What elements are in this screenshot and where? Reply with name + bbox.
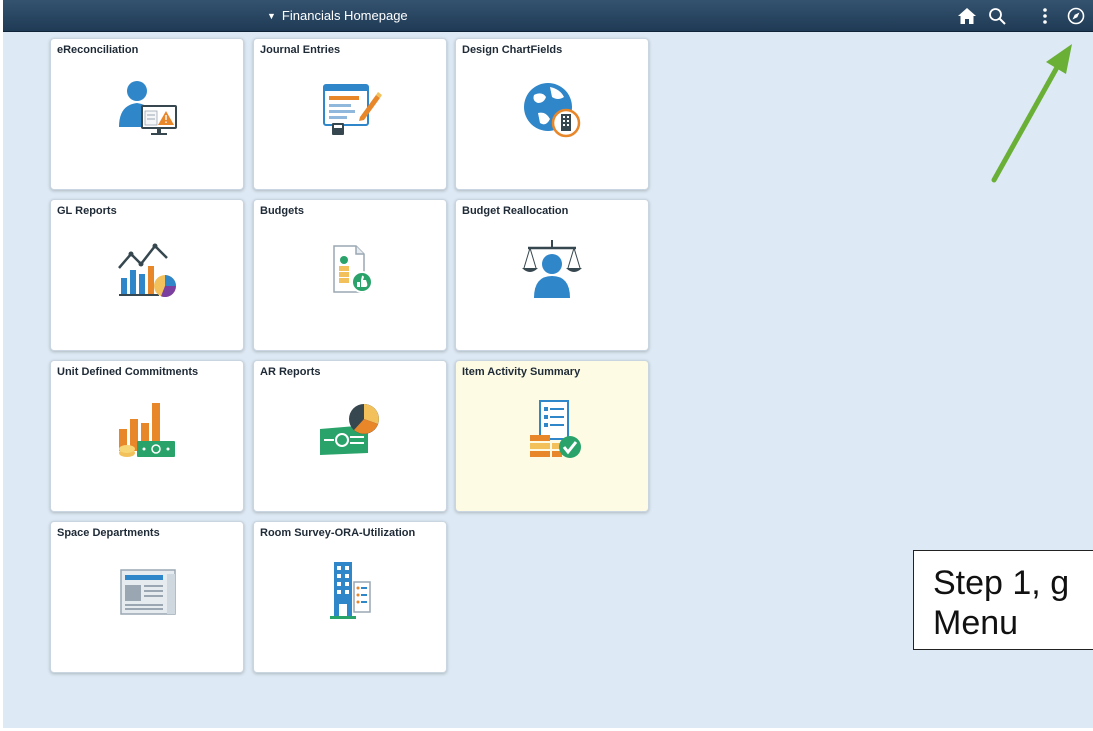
tile-title: eReconciliation	[57, 44, 139, 56]
search-icon[interactable]	[986, 5, 1008, 27]
tile-title: Item Activity Summary	[462, 366, 581, 378]
homepage-title: Financials Homepage	[281, 8, 408, 23]
user-monitor-warning-icon	[111, 73, 183, 145]
tile-title: GL Reports	[57, 205, 117, 217]
newspaper-icon	[111, 556, 183, 628]
tile-title: Budget Reallocation	[462, 205, 569, 217]
tile-room-survey-ora-utilization[interactable]: Room Survey-ORA-Utilization	[253, 521, 447, 673]
line-bar-pie-chart-icon	[111, 234, 183, 306]
document-thumbs-up-icon	[314, 234, 386, 306]
left-edge	[0, 0, 3, 731]
callout-line-2: Menu	[933, 604, 1019, 642]
form-pencil-icon	[314, 73, 386, 145]
instruction-callout: Step 1, g Menu	[913, 550, 1093, 650]
list-coins-check-icon	[516, 395, 588, 467]
scales-person-icon	[516, 234, 588, 306]
home-icon[interactable]	[956, 5, 978, 27]
tile-journal-entries[interactable]: Journal Entries	[253, 38, 447, 190]
tile-item-activity-summary[interactable]: Item Activity Summary	[455, 360, 649, 512]
tile-title: AR Reports	[260, 366, 321, 378]
cash-pie-chart-icon	[314, 395, 386, 467]
building-list-icon	[314, 556, 386, 628]
homepage-selector[interactable]: ▼ Financials Homepage	[267, 0, 408, 32]
bar-chart-money-icon	[111, 395, 183, 467]
tile-title: Journal Entries	[260, 44, 341, 56]
tile-space-departments[interactable]: Space Departments	[50, 521, 244, 673]
actions-menu-icon[interactable]	[1034, 5, 1056, 27]
tile-title: Unit Defined Commitments	[57, 366, 199, 378]
tile-title: Space Departments	[57, 527, 160, 539]
tile-title: Design ChartFields	[462, 44, 563, 56]
tile-gl-reports[interactable]: GL Reports	[50, 199, 244, 351]
navbar-compass-icon[interactable]	[1065, 5, 1087, 27]
callout-line-1: Step 1, g	[933, 564, 1070, 602]
globe-building-icon	[516, 73, 588, 145]
annotation-arrow	[980, 38, 1080, 188]
tile-ereconciliation[interactable]: eReconciliation	[50, 38, 244, 190]
tile-title: Budgets	[260, 205, 304, 217]
tile-design-chartfields[interactable]: Design ChartFields	[455, 38, 649, 190]
header-bar: ▼ Financials Homepage	[3, 0, 1093, 32]
caret-down-icon: ▼	[267, 11, 276, 21]
tile-title: Room Survey-ORA-Utilization	[260, 527, 416, 539]
tile-budgets[interactable]: Budgets	[253, 199, 447, 351]
tile-budget-reallocation[interactable]: Budget Reallocation	[455, 199, 649, 351]
tile-unit-defined-commitments[interactable]: Unit Defined Commitments	[50, 360, 244, 512]
tile-ar-reports[interactable]: AR Reports	[253, 360, 447, 512]
